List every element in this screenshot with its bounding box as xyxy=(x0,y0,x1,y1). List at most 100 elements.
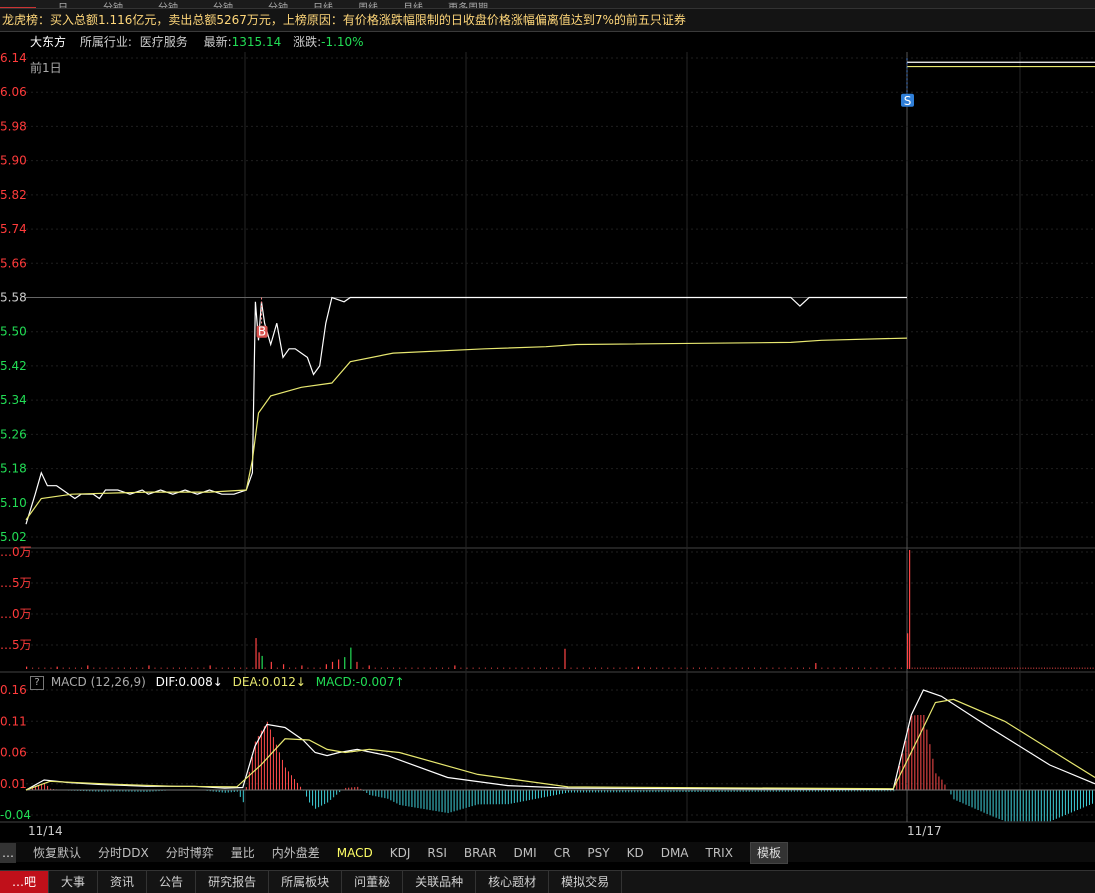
macd-histogram-bar xyxy=(1064,790,1066,815)
macd-histogram-bar xyxy=(1034,790,1036,822)
bottom-tab[interactable]: 问董秘 xyxy=(342,871,404,893)
macd-histogram-bar xyxy=(47,785,49,790)
indicator-tab-量比[interactable]: 量比 xyxy=(231,843,255,863)
volume-bar xyxy=(656,667,658,669)
bottom-tab[interactable]: 大事 xyxy=(49,871,99,893)
intraday-chart[interactable]: 6.14 6.06 5.98 5.90 5.82 5.74 5.66 5.58 5.50 5.42… xyxy=(0,52,1095,842)
volume-bar xyxy=(925,667,927,669)
help-button[interactable]: ? xyxy=(30,675,44,690)
indicator-tab-分时博弈[interactable]: 分时博弈 xyxy=(166,843,214,863)
macd-axis-label: 0.16 xyxy=(0,683,27,697)
macd-histogram-bar xyxy=(992,790,994,817)
price-axis-label: 5.90 xyxy=(0,154,27,168)
bottom-tab[interactable]: …吧 xyxy=(0,871,50,893)
volume-bar xyxy=(1044,667,1045,669)
volume-bar xyxy=(1017,667,1018,669)
stock-info-bar: 大东方 所属行业: 医疗服务 最新:1315.14 涨跌:-1.10% xyxy=(0,32,1095,52)
macd-histogram-bar xyxy=(950,790,952,795)
volume-bar xyxy=(258,652,260,669)
macd-histogram-bar xyxy=(920,715,922,790)
macd-histogram-bar xyxy=(941,779,943,790)
volume-bar xyxy=(221,667,223,669)
volume-bar xyxy=(1084,667,1086,669)
volume-bar xyxy=(1052,667,1054,669)
macd-histogram-bar xyxy=(965,790,967,805)
indicator-tab-CR[interactable]: CR xyxy=(554,843,571,863)
macd-histogram-bar xyxy=(1055,790,1057,819)
volume-bar xyxy=(933,667,935,669)
volume-bar xyxy=(711,667,713,669)
industry-value[interactable]: 医疗服务 xyxy=(140,35,188,49)
volume-bar xyxy=(261,655,263,669)
indicator-tab-TRIX[interactable]: TRIX xyxy=(706,843,733,863)
indicator-tab-DMI[interactable]: DMI xyxy=(514,843,537,863)
macd-histogram-bar xyxy=(956,790,958,801)
volume-bar xyxy=(1081,667,1083,669)
volume-bar xyxy=(845,667,847,669)
macd-histogram-bar xyxy=(1058,790,1060,818)
bottom-tab[interactable]: 模拟交易 xyxy=(549,871,623,893)
indicator-tab-BRAR[interactable]: BRAR xyxy=(464,843,497,863)
volume-bar xyxy=(973,667,975,669)
bottom-tab[interactable]: 所属板块 xyxy=(269,871,343,893)
bottom-tab[interactable]: 资讯 xyxy=(98,871,148,893)
macd-histogram-bar xyxy=(507,790,509,805)
volume-bar xyxy=(576,667,578,669)
indicator-tab-KDJ[interactable]: KDJ xyxy=(390,843,411,863)
volume-bar xyxy=(38,667,40,669)
indicator-tab-menu[interactable]: … xyxy=(0,843,16,863)
bottom-tab[interactable]: 公告 xyxy=(147,871,197,893)
volume-bar xyxy=(417,667,419,669)
macd-histogram-bar xyxy=(1013,790,1015,822)
volume-bar xyxy=(686,667,688,669)
macd-histogram-bar xyxy=(905,740,907,790)
bottom-tab[interactable]: 核心题材 xyxy=(476,871,550,893)
indicator-tab-内外盘差[interactable]: 内外盘差 xyxy=(272,843,320,863)
macd-histogram-bar xyxy=(272,737,274,790)
volume-bar xyxy=(952,667,954,669)
volume-bar xyxy=(1057,667,1059,669)
indicator-tab-恢复默认[interactable]: 恢复默认 xyxy=(33,843,81,863)
indicator-tab-DMA[interactable]: DMA xyxy=(661,843,689,863)
volume-bar xyxy=(203,667,205,669)
bottom-tabs: …吧 大事 资讯 公告 研究报告 所属板块 问董秘 关联品种 核心题材 模拟交易 xyxy=(0,870,1095,893)
macd-histogram-bar xyxy=(899,766,901,790)
macd-histogram-bar xyxy=(1007,790,1009,822)
macd-histogram-bar xyxy=(390,790,392,801)
volume-bar xyxy=(68,667,70,669)
macd-histogram-bar xyxy=(914,715,916,790)
volume-bar xyxy=(276,667,278,669)
macd-histogram-bar xyxy=(309,790,311,803)
change-label: 涨跌: xyxy=(293,35,322,49)
macd-histogram-bar xyxy=(483,790,485,805)
volume-bar xyxy=(870,667,872,669)
bottom-tab[interactable]: 研究报告 xyxy=(196,871,270,893)
macd-histogram-bar xyxy=(540,790,542,798)
volume-bar xyxy=(723,667,725,669)
indicator-tab-RSI[interactable]: RSI xyxy=(427,843,447,863)
volume-bar xyxy=(497,667,499,669)
volume-bar xyxy=(374,667,376,669)
volume-bar xyxy=(1049,667,1051,669)
indicator-tab-MACD[interactable]: MACD xyxy=(337,843,373,863)
indicator-tab-KD[interactable]: KD xyxy=(627,843,644,863)
volume-bar xyxy=(117,667,119,669)
volume-bar xyxy=(1003,667,1005,669)
volume-bar xyxy=(472,667,474,669)
volume-bar xyxy=(735,667,737,669)
macd-histogram-bar xyxy=(1049,790,1051,822)
volume-bar xyxy=(454,665,456,669)
indicator-tab-模板[interactable]: 模板 xyxy=(749,842,788,864)
macd-histogram-bar xyxy=(330,790,332,800)
volume-bar xyxy=(601,667,603,669)
bottom-tab[interactable]: 关联品种 xyxy=(403,871,477,893)
macd-histogram-bar xyxy=(477,790,479,805)
volume-bar xyxy=(136,667,138,669)
indicator-tab-分时DDX[interactable]: 分时DDX xyxy=(98,843,149,863)
macd-histogram-bar xyxy=(456,790,458,811)
price-axis-label: 6.14 xyxy=(0,52,27,65)
indicator-tab-PSY[interactable]: PSY xyxy=(587,843,609,863)
volume-bar xyxy=(240,667,242,669)
macd-axis-label: 0.06 xyxy=(0,746,27,760)
volume-bar xyxy=(1071,667,1072,669)
